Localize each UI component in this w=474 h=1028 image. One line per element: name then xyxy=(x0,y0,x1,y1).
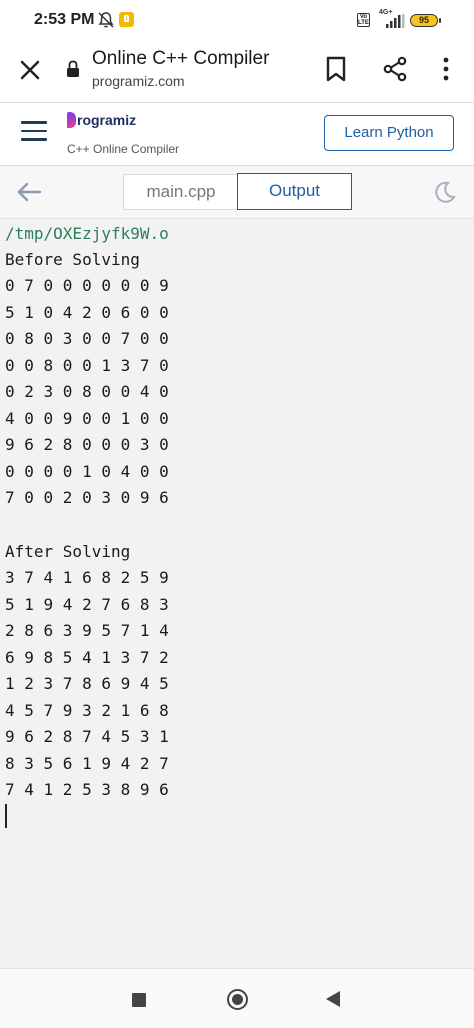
before-row: 0 8 0 3 0 0 7 0 0 xyxy=(5,329,169,348)
text-cursor xyxy=(5,804,7,828)
before-row: 0 7 0 0 0 0 0 0 9 xyxy=(5,276,169,295)
nav-back-icon[interactable] xyxy=(326,991,340,1007)
muted-bell-icon xyxy=(98,12,114,28)
notification-app-icon xyxy=(119,12,134,27)
after-row: 7 4 1 2 5 3 8 9 6 xyxy=(5,780,169,799)
before-row: 9 6 2 8 0 0 0 3 0 xyxy=(5,435,169,454)
logo-subtitle: C++ Online Compiler xyxy=(67,142,180,156)
more-options-icon[interactable] xyxy=(438,56,454,82)
after-row: 8 3 5 6 1 9 4 2 7 xyxy=(5,754,169,773)
editor-tab-bar: main.cpp Output xyxy=(0,166,474,219)
tab-main-cpp[interactable]: main.cpp xyxy=(123,174,238,210)
after-row: 4 5 7 9 3 2 1 6 8 xyxy=(5,701,169,720)
page-title: Online C++ Compiler xyxy=(92,48,270,69)
before-row: 7 0 0 2 0 3 0 9 6 xyxy=(5,488,169,507)
share-icon[interactable] xyxy=(382,56,408,82)
tab-output[interactable]: Output xyxy=(237,173,352,210)
learn-python-button[interactable]: Learn Python xyxy=(324,115,454,151)
before-heading: Before Solving xyxy=(5,250,140,269)
output-path: /tmp/OXEzjyfk9W.o xyxy=(5,224,169,243)
after-row: 3 7 4 1 6 8 2 5 9 xyxy=(5,568,169,587)
lock-icon xyxy=(67,60,79,77)
before-row: 0 0 8 0 0 1 3 7 0 xyxy=(5,356,169,375)
home-icon[interactable] xyxy=(227,989,248,1010)
battery-indicator: 95 xyxy=(410,14,441,27)
page-url[interactable]: programiz.com xyxy=(92,73,185,89)
hamburger-menu-icon[interactable] xyxy=(21,121,47,145)
output-console[interactable]: /tmp/OXEzjyfk9W.o Before Solving 0 7 0 0… xyxy=(0,220,474,968)
after-row: 6 9 8 5 4 1 3 7 2 xyxy=(5,648,169,667)
before-row: 0 2 3 0 8 0 0 4 0 xyxy=(5,382,169,401)
site-header: rogramiz C++ Online Compiler Learn Pytho… xyxy=(0,103,474,166)
after-row: 2 8 6 3 9 5 7 1 4 xyxy=(5,621,169,640)
after-row: 9 6 2 8 7 4 5 3 1 xyxy=(5,727,169,746)
dark-mode-moon-icon[interactable] xyxy=(433,180,457,204)
before-row: 4 0 0 9 0 0 1 0 0 xyxy=(5,409,169,428)
bookmark-icon[interactable] xyxy=(325,56,347,82)
recent-apps-icon[interactable] xyxy=(132,993,146,1007)
back-arrow-icon[interactable] xyxy=(16,180,42,204)
after-row: 1 2 3 7 8 6 9 4 5 xyxy=(5,674,169,693)
status-time: 2:53 PM xyxy=(34,11,95,28)
signal-strength-icon xyxy=(386,14,405,28)
before-row: 5 1 0 4 2 0 6 0 0 xyxy=(5,303,169,322)
volte-icon: Vo LTE xyxy=(357,13,370,27)
programiz-logo-icon xyxy=(67,112,76,128)
before-row: 0 0 0 0 1 0 4 0 0 xyxy=(5,462,169,481)
system-navigation-bar xyxy=(0,968,474,1028)
site-logo[interactable]: rogramiz C++ Online Compiler xyxy=(67,112,179,156)
after-heading: After Solving xyxy=(5,542,131,561)
logo-text: rogramiz xyxy=(77,112,137,128)
after-row: 5 1 9 4 2 7 6 8 3 xyxy=(5,595,169,614)
close-icon[interactable] xyxy=(18,58,42,82)
browser-toolbar: Online C++ Compiler programiz.com xyxy=(0,40,474,103)
status-bar: 2:53 PM Vo LTE 4G+ 95 xyxy=(0,0,474,40)
